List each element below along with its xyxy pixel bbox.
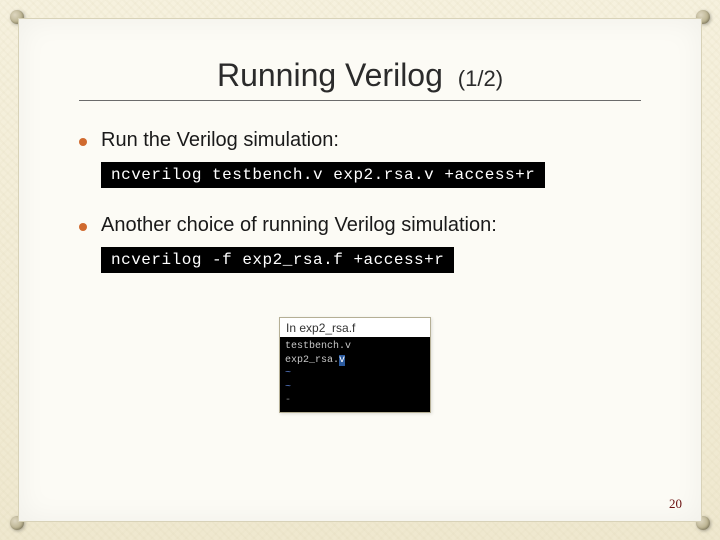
- bullet-item: Run the Verilog simulation:: [79, 129, 641, 152]
- file-line: ~: [285, 381, 425, 395]
- title-sub: (1/2): [458, 66, 503, 91]
- slide: Running Verilog (1/2) Run the Verilog si…: [0, 0, 720, 540]
- bullet-dot-icon: [79, 138, 87, 146]
- slide-inner: Running Verilog (1/2) Run the Verilog si…: [18, 18, 702, 522]
- filebox-header: In exp2_rsa.f: [280, 318, 430, 337]
- file-content-box: In exp2_rsa.f testbench.v exp2_rsa.v ~ ~…: [279, 317, 431, 413]
- title-divider: [79, 100, 641, 101]
- bullet-text: Run the Verilog simulation:: [101, 129, 339, 152]
- filebox-body: testbench.v exp2_rsa.v ~ ~ -: [280, 337, 430, 412]
- file-line: exp2_rsa.v: [285, 354, 425, 368]
- bullet-text: Another choice of running Verilog simula…: [101, 214, 497, 237]
- file-line: ~: [285, 367, 425, 381]
- code-block: ncverilog -f exp2_rsa.f +access+r: [101, 247, 454, 273]
- file-line: -: [285, 394, 425, 408]
- bullet-item: Another choice of running Verilog simula…: [79, 214, 641, 237]
- page-number: 20: [669, 496, 682, 512]
- title-main: Running Verilog: [217, 57, 443, 93]
- file-line: testbench.v: [285, 340, 425, 354]
- bullet-dot-icon: [79, 223, 87, 231]
- slide-title: Running Verilog (1/2): [79, 57, 641, 94]
- code-block: ncverilog testbench.v exp2.rsa.v +access…: [101, 162, 545, 188]
